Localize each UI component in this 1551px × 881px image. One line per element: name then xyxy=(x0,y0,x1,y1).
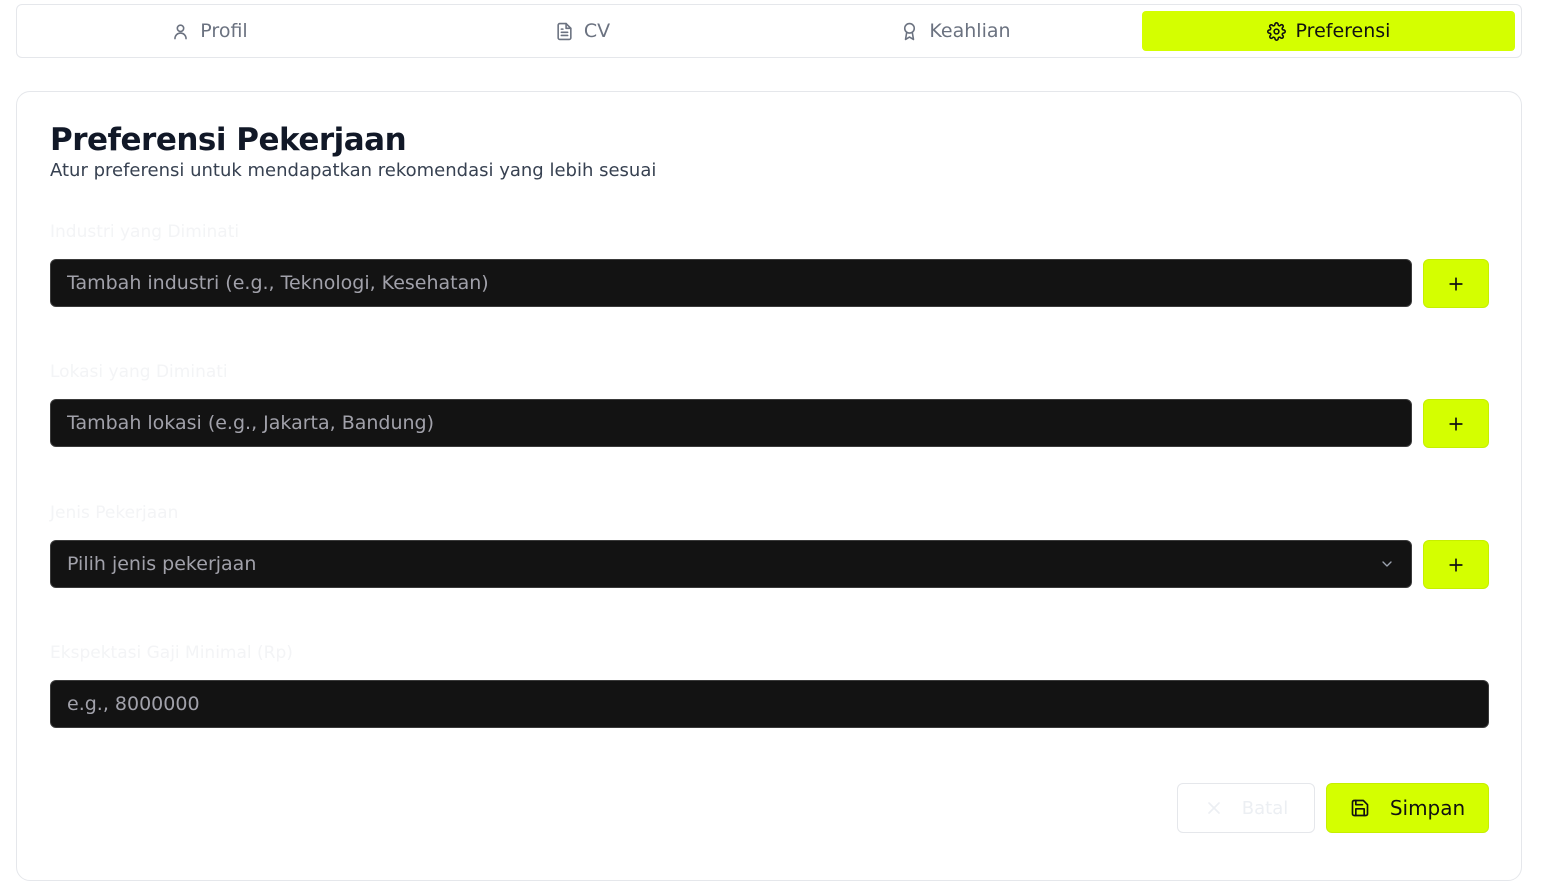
tab-label: Keahlian xyxy=(929,20,1011,42)
file-text-icon xyxy=(557,22,572,40)
industry-field[interactable] xyxy=(50,259,1412,307)
location-input[interactable] xyxy=(67,412,1395,434)
tab-profil[interactable]: Profil xyxy=(23,11,396,51)
tab-label: Profil xyxy=(200,20,248,42)
tab-keahlian[interactable]: Keahlian xyxy=(769,11,1142,51)
user-icon xyxy=(174,23,188,39)
add-location-button[interactable] xyxy=(1423,399,1489,448)
save-icon xyxy=(1351,799,1369,817)
save-button[interactable]: Simpan xyxy=(1326,783,1489,833)
plus-icon xyxy=(1449,557,1463,572)
industry-input[interactable] xyxy=(67,272,1395,294)
close-icon xyxy=(1207,802,1220,814)
chevron-down-icon xyxy=(1382,561,1392,567)
plus-icon xyxy=(1449,276,1463,291)
save-button-label: Simpan xyxy=(1389,796,1466,820)
salary-label: Ekspektasi Gaji Minimal (Rp) xyxy=(50,643,293,663)
preferences-card: Preferensi Pekerjaan Atur preferensi unt… xyxy=(16,91,1522,881)
location-label: Lokasi yang Diminati xyxy=(50,362,228,382)
job-type-select[interactable]: Pilih jenis pekerjaan xyxy=(50,540,1412,588)
job-type-selected-value: Pilih jenis pekerjaan xyxy=(67,553,257,575)
cancel-button[interactable]: Batal xyxy=(1177,783,1315,833)
cancel-button-label: Batal xyxy=(1241,797,1289,819)
add-job-type-button[interactable] xyxy=(1423,540,1489,589)
plus-icon xyxy=(1449,416,1463,431)
page-title: Preferensi Pekerjaan xyxy=(50,122,407,158)
page-subtitle: Atur preferensi untuk mendapatkan rekome… xyxy=(50,160,657,181)
tab-preferensi[interactable]: Preferensi xyxy=(1142,11,1515,51)
tab-label: CV xyxy=(583,20,611,42)
tab-bar: Profil CV Keahlian Preferensi xyxy=(16,4,1522,58)
tab-label: Preferensi xyxy=(1295,20,1391,42)
award-icon xyxy=(904,22,916,40)
salary-input[interactable] xyxy=(67,693,1472,715)
tab-cv[interactable]: CV xyxy=(396,11,769,51)
location-field[interactable] xyxy=(50,399,1412,447)
salary-field[interactable] xyxy=(50,680,1489,728)
gear-icon xyxy=(1266,21,1286,41)
job-type-label: Jenis Pekerjaan xyxy=(50,503,179,523)
industry-label: Industri yang Diminati xyxy=(50,222,240,242)
add-industry-button[interactable] xyxy=(1423,259,1489,308)
